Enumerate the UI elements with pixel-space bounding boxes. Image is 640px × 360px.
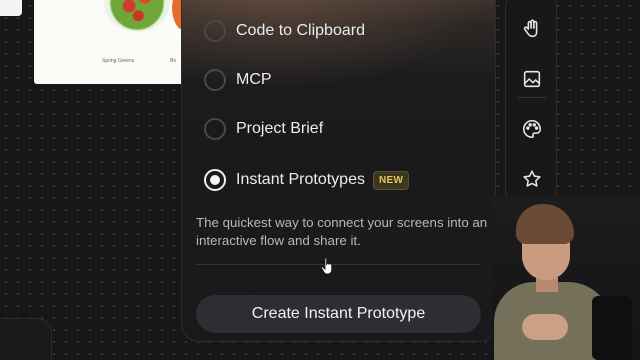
star-icon [523,170,541,187]
option-mcp[interactable]: MCP [204,66,272,94]
divider [196,264,481,265]
salad-image [104,0,170,32]
radio-button[interactable] [204,69,226,91]
radio-button-selected[interactable] [204,169,226,191]
hand-icon [523,19,538,38]
option-label: Code to Clipboard [236,22,365,39]
presenter-hair [516,204,574,244]
canvas-frame-bottom[interactable] [0,318,52,360]
presenter-hand [522,314,568,340]
favorite-tool-button[interactable] [518,165,546,193]
image-icon [523,70,541,88]
export-panel: Code to Clipboard MCP Project Brief Inst… [181,0,496,342]
right-toolbar [505,0,557,208]
option-project-brief[interactable]: Project Brief [204,115,323,143]
option-label: Instant Prototypes [236,171,365,188]
radio-button[interactable] [204,20,226,42]
canvas-frame-corner[interactable] [0,0,22,16]
microphone [592,296,632,360]
card-caption: Spring Greens [102,58,135,64]
theme-tool-button[interactable] [518,115,546,143]
image-tool-button[interactable] [518,65,546,93]
hand-tool-button[interactable] [518,15,546,43]
card-caption-2: Bo [170,58,177,64]
option-instant-prototypes[interactable]: Instant Prototypes NEW [204,166,410,194]
canvas-screen-card[interactable]: Spring Greens Bo [34,0,184,84]
toolbar-divider [518,97,546,98]
create-instant-prototype-button[interactable]: Create Instant Prototype [196,295,481,333]
option-label: Project Brief [236,120,324,137]
option-description: The quickest way to connect your screens… [196,215,488,248]
option-code-to-clipboard[interactable]: Code to Clipboard [204,17,365,45]
option-label: MCP [236,71,272,88]
radio-button[interactable] [204,118,226,140]
palette-icon [523,119,542,139]
hand-pointer-cursor-icon [320,257,333,275]
webcam-overlay [492,196,640,360]
new-badge: NEW [372,170,410,190]
